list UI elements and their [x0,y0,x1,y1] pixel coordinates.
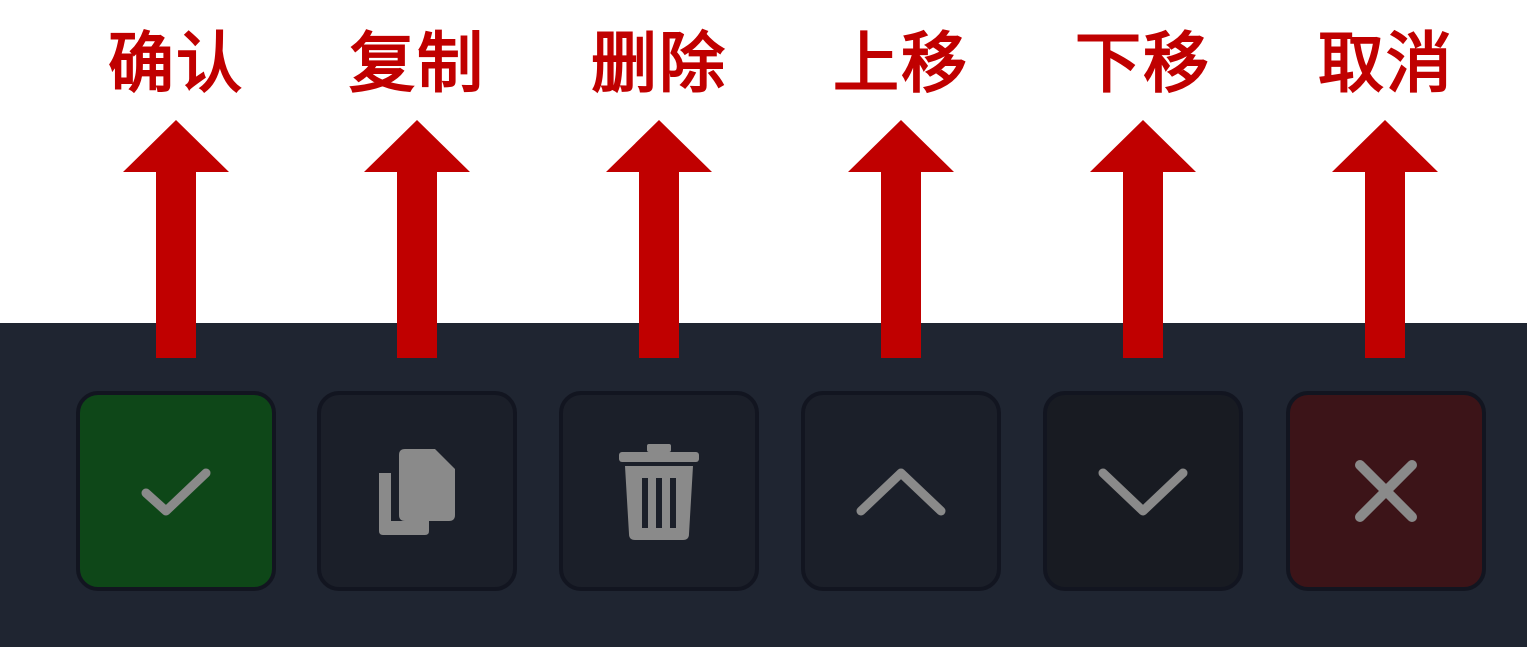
label-confirm: 确认 [108,25,244,102]
move-up-button[interactable] [801,391,1001,591]
arrow-up-icon [364,120,470,358]
arrow-up-icon [848,120,954,358]
copy-icon [379,449,455,535]
chevron-down-icon [1098,468,1188,516]
arrow-up-icon [1332,120,1438,358]
arrow-up-icon [1090,120,1196,358]
copy-button[interactable] [317,391,517,591]
check-icon [141,468,211,516]
chevron-up-icon [856,468,946,516]
label-copy: 复制 [349,25,485,102]
delete-button[interactable] [559,391,759,591]
close-icon [1355,460,1417,522]
arrow-up-icon [123,120,229,358]
label-delete: 删除 [591,25,727,102]
cancel-button[interactable] [1286,391,1486,591]
label-cancel: 取消 [1318,25,1454,102]
trash-icon [619,444,699,540]
label-move-up: 上移 [833,25,969,102]
label-move-down: 下移 [1075,25,1211,102]
move-down-button[interactable] [1043,391,1243,591]
confirm-button[interactable] [76,391,276,591]
arrow-up-icon [606,120,712,358]
